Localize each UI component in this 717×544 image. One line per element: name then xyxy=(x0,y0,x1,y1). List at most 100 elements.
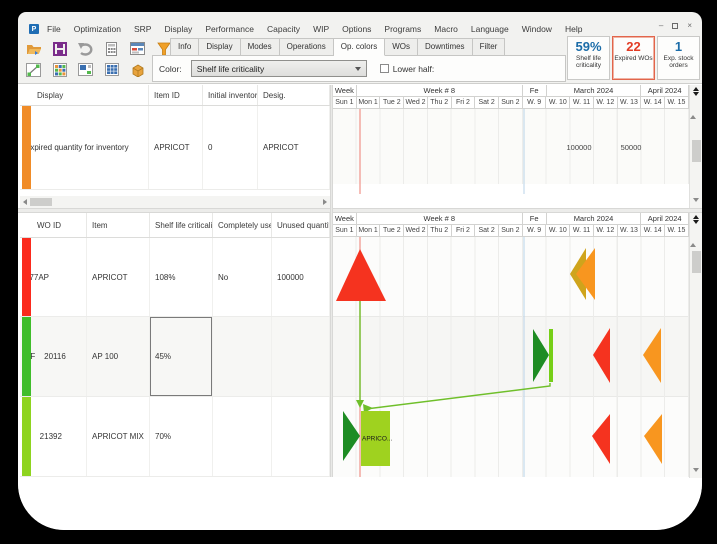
work-orders-gantt-body[interactable]: APRICO... xyxy=(333,237,689,477)
scroll-up-arrow[interactable] xyxy=(690,98,696,119)
table-row[interactable]: R 21392APRICOT MIX70% xyxy=(20,397,330,477)
scroll-up-arrow[interactable] xyxy=(690,226,696,247)
chevron-down-icon xyxy=(355,67,361,71)
tab-display[interactable]: Display xyxy=(199,38,240,56)
planning-board-icon[interactable] xyxy=(127,39,148,58)
menu-item-file[interactable]: File xyxy=(47,24,61,34)
menu-item-srp[interactable]: SRP xyxy=(134,24,151,34)
due-marker-orange-row2[interactable] xyxy=(643,328,661,383)
menu-item-optimization[interactable]: Optimization xyxy=(74,24,121,34)
lower-half-checkbox[interactable] xyxy=(380,64,389,73)
tab-modes[interactable]: Modes xyxy=(241,38,280,56)
timeline-months: WeekWeek # 8FeMarch 2024April 2024 xyxy=(333,85,689,97)
tab-op-colors[interactable]: Op. colors xyxy=(334,38,385,56)
timeline-days: Sun 1Mon 1Tue 2Wed 2Thu 2Fri 2Sat 2Sun 2… xyxy=(333,225,689,237)
menu-item-programs[interactable]: Programs xyxy=(384,24,421,34)
menu-item-window[interactable]: Window xyxy=(522,24,552,34)
due-marker-orange-row3[interactable] xyxy=(644,414,662,464)
scroll-down-arrow[interactable] xyxy=(693,468,699,472)
scrollbar-thumb[interactable] xyxy=(30,198,52,206)
stat-label: Exp. stock orders xyxy=(658,55,699,69)
menu-item-wip[interactable]: WIP xyxy=(313,24,329,34)
timeline-day-w-14: W. 14 xyxy=(641,97,665,109)
scrollbar-thumb[interactable] xyxy=(692,251,701,273)
link-chart-icon[interactable] xyxy=(23,60,44,79)
stat-shelf-life-criticality[interactable]: 59%Shelf life criticality xyxy=(567,36,610,80)
table-row[interactable]: Expired quantity for inventoryAPRICOT0AP… xyxy=(20,106,330,190)
column-header-wo-id[interactable]: WO ID xyxy=(20,213,87,237)
late-marker-877ap[interactable] xyxy=(336,249,386,301)
inventory-gantt-body[interactable]: 10000050000 xyxy=(333,109,689,194)
save-icon[interactable] xyxy=(49,39,70,58)
table-row[interactable]: 877APAPRICOT108%No100000 xyxy=(20,238,330,317)
package-icon[interactable] xyxy=(127,60,148,79)
column-header-display[interactable]: Display xyxy=(20,85,149,105)
tab-wos[interactable]: WOs xyxy=(385,38,418,56)
undo-icon[interactable] xyxy=(75,39,96,58)
timeline-month-week-8: Week # 8 xyxy=(357,85,523,97)
status-color-bar xyxy=(22,317,31,396)
timeline-day-w-13: W. 13 xyxy=(618,97,642,109)
scroll-left-arrow[interactable] xyxy=(23,199,27,205)
app-logo-icon[interactable]: P xyxy=(29,24,39,34)
color-dropdown[interactable]: Shelf life criticality xyxy=(191,60,367,77)
start-marker-r21392[interactable] xyxy=(343,411,360,461)
menu-item-performance[interactable]: Performance xyxy=(205,24,254,34)
status-color-bar xyxy=(22,106,31,189)
tab-filter[interactable]: Filter xyxy=(473,38,506,56)
scroll-down-arrow[interactable] xyxy=(693,198,699,202)
vertical-scrollbar[interactable] xyxy=(689,213,702,478)
split-handle-icon[interactable] xyxy=(690,85,702,98)
layout-view-icon[interactable] xyxy=(75,60,96,79)
split-handle-icon[interactable] xyxy=(690,213,702,226)
op-bar-pf20116[interactable] xyxy=(549,329,553,382)
column-header-initial-inventory[interactable]: Initial inventory xyxy=(203,85,258,105)
column-header-item[interactable]: Item xyxy=(87,213,150,237)
timeline-day-w-9: W. 9 xyxy=(523,97,547,109)
column-header-item-id[interactable]: Item ID xyxy=(149,85,203,105)
tab-operations[interactable]: Operations xyxy=(280,38,334,56)
start-marker-pf20116[interactable] xyxy=(533,329,549,382)
tab-info[interactable]: Info xyxy=(170,38,199,56)
stat-expired-wos[interactable]: 22Expired WOs xyxy=(612,36,655,80)
due-marker-red-row3[interactable] xyxy=(592,414,610,464)
timeline-month-march-2024: March 2024 xyxy=(547,85,642,97)
due-marker-red-row2[interactable] xyxy=(593,328,610,383)
timeline-day-fri-2: Fri 2 xyxy=(452,225,476,237)
minimize-icon[interactable]: – xyxy=(659,22,663,30)
stat-exp-stock-orders[interactable]: 1Exp. stock orders xyxy=(657,36,700,80)
timeline-months: WeekWeek # 8FeMarch 2024April 2024 xyxy=(333,213,689,225)
scrollbar-thumb[interactable] xyxy=(692,140,701,162)
menu-item-macro[interactable]: Macro xyxy=(434,24,458,34)
close-icon[interactable]: × xyxy=(687,22,692,30)
timeline-day-w-15: W. 15 xyxy=(665,97,689,109)
timeline-day-w-11: W. 11 xyxy=(570,97,594,109)
scroll-right-arrow[interactable] xyxy=(323,199,327,205)
cell-item: APRICOT xyxy=(87,238,150,316)
open-folder-icon[interactable] xyxy=(23,39,44,58)
timeline-day-w-10: W. 10 xyxy=(546,97,570,109)
calculator-icon[interactable] xyxy=(101,39,122,58)
vertical-scrollbar[interactable] xyxy=(689,85,702,208)
column-header-desig[interactable]: Desig. xyxy=(258,85,330,105)
timeline-day-w-10: W. 10 xyxy=(546,225,570,237)
timeline-day-w-12: W. 12 xyxy=(594,97,618,109)
menu-item-language[interactable]: Language xyxy=(471,24,509,34)
blue-grid-icon[interactable] xyxy=(101,60,122,79)
column-header-completely-used[interactable]: Completely used xyxy=(213,213,272,237)
menu-item-help[interactable]: Help xyxy=(565,24,582,34)
tab-downtimes[interactable]: Downtimes xyxy=(418,38,473,56)
menu-item-capacity[interactable]: Capacity xyxy=(267,24,300,34)
horizontal-scrollbar[interactable] xyxy=(20,196,330,208)
timeline-day-w-12: W. 12 xyxy=(594,225,618,237)
column-header-shelf-life-criticality[interactable]: Shelf life criticality xyxy=(150,213,213,237)
table-row[interactable]: PF 20116AP 10045% xyxy=(20,317,330,397)
restore-icon[interactable] xyxy=(672,23,678,29)
column-header-unused-quantity[interactable]: Unused quantity xyxy=(272,213,330,237)
connector-arrowhead-down[interactable] xyxy=(356,400,364,408)
menu-item-options[interactable]: Options xyxy=(342,24,371,34)
menu-item-display[interactable]: Display xyxy=(164,24,192,34)
timeline-day-w-11: W. 11 xyxy=(570,225,594,237)
cell-unused-quantity xyxy=(272,397,330,476)
colored-matrix-icon[interactable] xyxy=(49,60,70,79)
